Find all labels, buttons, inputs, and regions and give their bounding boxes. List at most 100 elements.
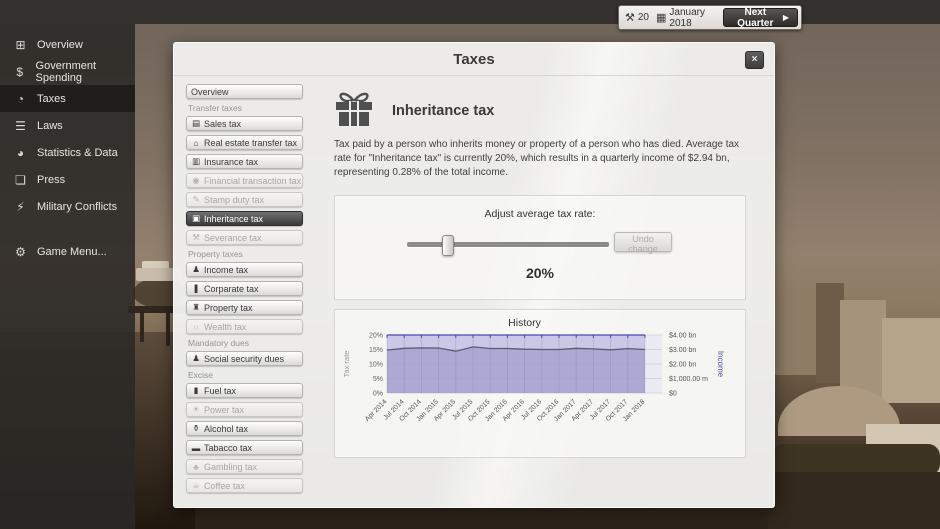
cash-register-icon: ▤ xyxy=(191,118,201,129)
cigarette-icon: ▬ xyxy=(191,443,201,453)
svg-text:$1,000.00 m: $1,000.00 m xyxy=(669,376,708,383)
tax-group-label: Transfer taxes xyxy=(188,103,303,113)
tax-rate-panel: Adjust average tax rate: Undo change 20% xyxy=(334,195,746,300)
undo-change-button: Undo change xyxy=(614,232,672,252)
gear-icon: ⚙ xyxy=(13,245,28,259)
sidebar-item-press[interactable]: ❏ Press xyxy=(0,166,135,193)
tax-detail-pane: Inheritance tax Tax paid by a person who… xyxy=(334,84,746,458)
tax-list: OverviewTransfer taxes▤Sales tax⌂Real es… xyxy=(186,84,303,497)
background-ground xyxy=(768,472,940,529)
tax-button-label: Gambling tax xyxy=(204,462,257,472)
tax-button-inheritance-tax[interactable]: ▣Inheritance tax xyxy=(186,211,303,226)
sidebar-item-label: Laws xyxy=(37,120,63,132)
svg-text:Income: Income xyxy=(716,351,725,378)
book-icon: ☰ xyxy=(13,119,28,133)
tax-button-label: Real estate transfer tax xyxy=(204,138,297,148)
tax-button-label: Corparate tax xyxy=(204,284,259,294)
tax-button-severance-tax: ⚒Severance tax xyxy=(186,230,303,245)
pie-chart-icon: ◕ xyxy=(13,146,28,160)
power-icon: ☀ xyxy=(191,404,201,415)
tax-button-label: Fuel tax xyxy=(204,386,236,396)
pickaxe-icon: ⚒ xyxy=(191,232,201,243)
tax-button-label: Alcohol tax xyxy=(204,424,248,434)
sidebar-item-label: Game Menu... xyxy=(37,246,107,258)
svg-text:$3.00 bn: $3.00 bn xyxy=(669,347,696,354)
tax-button-label: Severance tax xyxy=(204,233,262,243)
sidebar-item-laws[interactable]: ☰ Laws xyxy=(0,112,135,139)
tax-button-tabacco-tax[interactable]: ▬Tabacco tax xyxy=(186,440,303,455)
tax-button-fuel-tax[interactable]: ▮Fuel tax xyxy=(186,383,303,398)
tax-detail-title: Inheritance tax xyxy=(392,103,494,119)
stamp-icon: ✎ xyxy=(191,194,201,205)
sidebar-item-label: Overview xyxy=(37,39,83,51)
fuel-pump-icon: ▮ xyxy=(191,385,201,396)
tools-count: 20 xyxy=(638,12,649,23)
background-building xyxy=(775,300,820,375)
tax-button-overview[interactable]: Overview xyxy=(186,84,303,99)
tax-button-label: Sales tax xyxy=(204,119,241,129)
svg-text:$4.00 bn: $4.00 bn xyxy=(669,333,696,340)
svg-text:10%: 10% xyxy=(369,362,383,369)
dialog-title: Taxes xyxy=(174,43,774,76)
lightning-icon: ⚡ xyxy=(13,200,28,214)
dollar-icon: $ xyxy=(13,65,27,79)
coin-icon: ◉ xyxy=(191,175,201,186)
sidebar-item-overview[interactable]: ⊞ Overview xyxy=(0,31,135,58)
coffee-cup-icon: ☕ xyxy=(191,480,201,491)
sidebar-item-label: Statistics & Data xyxy=(37,147,118,159)
tax-button-label: Power tax xyxy=(204,405,244,415)
sidebar-item-label: Press xyxy=(37,174,65,186)
tax-button-financial-transaction-tax: ◉Financial transaction tax xyxy=(186,173,303,188)
person-icon: ♟ xyxy=(191,264,201,275)
history-chart: History0%5%10%15%20%$0$1,000.00 m$2.00 b… xyxy=(335,310,745,457)
tax-button-stamp-duty-tax: ✎Stamp duty tax xyxy=(186,192,303,207)
tax-button-label: Stamp duty tax xyxy=(204,195,264,205)
tax-button-label: Financial transaction tax xyxy=(204,176,301,186)
club-suit-icon: ♣ xyxy=(191,462,201,472)
sidebar-item-label: Military Conflicts xyxy=(37,201,117,213)
sidebar: ⊞ Overview $ Government Spending◔Taxes ☰ Laws… xyxy=(0,24,135,529)
current-date: January 2018 xyxy=(669,7,715,29)
tax-button-power-tax: ☀Power tax xyxy=(186,402,303,417)
svg-text:$0: $0 xyxy=(669,391,677,398)
tax-button-sales-tax[interactable]: ▤Sales tax xyxy=(186,116,303,131)
svg-text:15%: 15% xyxy=(369,347,383,354)
sidebar-item-taxes[interactable]: ◔Taxes xyxy=(0,85,135,112)
tools-icon: ⚒ xyxy=(625,11,635,24)
app-window: ⊞ Overview $ Government Spending◔Taxes ☰ Laws… xyxy=(0,0,940,529)
taxes-dialog: Taxes × Overview Transfer taxes ▤Sales tax… xyxy=(173,42,775,508)
tax-rate-slider[interactable] xyxy=(407,242,609,247)
slider-handle[interactable] xyxy=(442,235,454,256)
tax-description: Tax paid by a person who inherits money … xyxy=(334,138,746,180)
speech-bubble-icon: ❏ xyxy=(13,173,28,187)
tax-button-real-estate-transfer-tax[interactable]: ⌂Real estate transfer tax xyxy=(186,135,303,150)
sidebar-item-government-spending[interactable]: $ Government Spending xyxy=(0,58,135,85)
svg-text:20%: 20% xyxy=(369,333,383,340)
sidebar-item-game-menu[interactable]: ⚙ Game Menu... xyxy=(0,238,135,265)
sidebar-item-label: Government Spending xyxy=(36,60,135,84)
ring-icon: ○ xyxy=(191,322,201,332)
tax-button-social-security-dues[interactable]: ♟Social security dues xyxy=(186,351,303,366)
tax-button-label: Income tax xyxy=(204,265,248,275)
history-panel: History0%5%10%15%20%$0$1,000.00 m$2.00 b… xyxy=(334,309,746,458)
tax-button-property-tax[interactable]: ♜Property tax xyxy=(186,300,303,315)
tax-button-income-tax[interactable]: ♟Income tax xyxy=(186,262,303,277)
sidebar-item-military-conflicts[interactable]: ⚡ Military Conflicts xyxy=(0,193,135,220)
close-button[interactable]: × xyxy=(745,51,764,69)
tie-icon: ❚ xyxy=(191,283,201,294)
top-status-bar: ⚒ 20 ▦ January 2018 Next Quarter ▶ xyxy=(618,5,802,30)
tax-button-corparate-tax[interactable]: ❚Corparate tax xyxy=(186,281,303,296)
next-quarter-button[interactable]: Next Quarter ▶ xyxy=(723,8,798,27)
tax-button-insurance-tax[interactable]: ▥Insurance tax xyxy=(186,154,303,169)
house-icon: ⌂ xyxy=(191,138,201,148)
svg-text:History: History xyxy=(508,317,541,329)
people-icon: ♟ xyxy=(191,353,201,364)
gift-icon xyxy=(334,90,374,132)
building-icon: ♜ xyxy=(191,302,201,313)
sidebar-item-statistics-data[interactable]: ◕ Statistics & Data xyxy=(0,139,135,166)
background-bridge xyxy=(166,312,170,346)
tax-button-alcohol-tax[interactable]: ⚱Alcohol tax xyxy=(186,421,303,436)
dashboard-icon: ⊞ xyxy=(13,38,28,52)
svg-text:0%: 0% xyxy=(373,391,383,398)
tax-group-label: Property taxes xyxy=(188,249,303,259)
